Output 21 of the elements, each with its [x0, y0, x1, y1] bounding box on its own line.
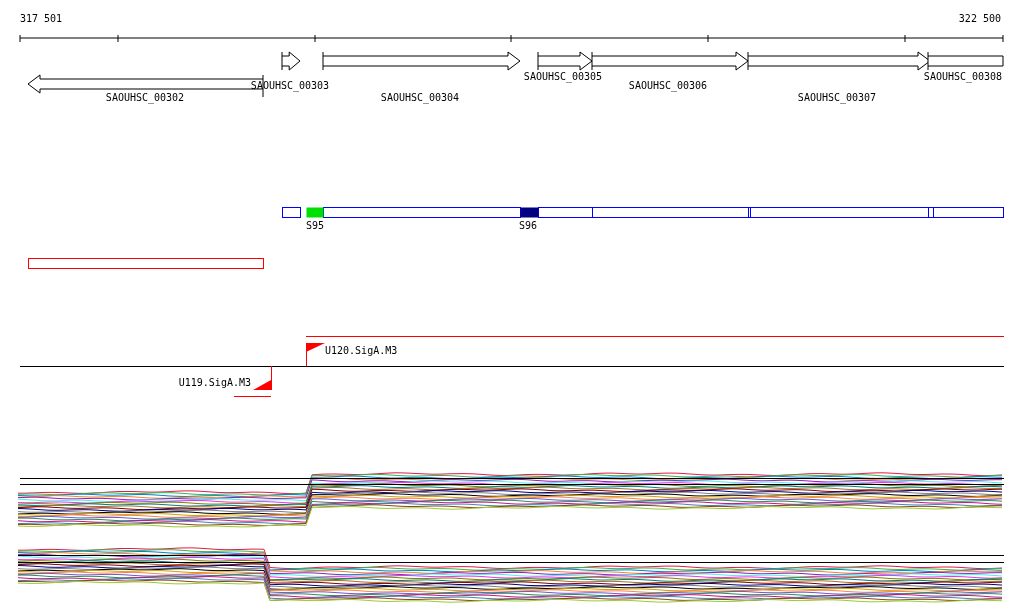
gene-label: SAOUHSC_00302	[105, 92, 185, 103]
segment-label: S95	[306, 220, 325, 231]
segment-block[interactable]	[306, 207, 324, 218]
segment-block[interactable]	[520, 207, 539, 218]
region-line	[233, 396, 272, 397]
gene-arrow[interactable]	[281, 51, 301, 71]
segment-label: S96	[519, 220, 538, 231]
gene-label: SAOUHSC_00307	[797, 92, 877, 103]
ruler-end-label: 322 500	[958, 13, 1001, 24]
promoter-marker[interactable]	[253, 365, 272, 391]
gene-label: SAOUHSC_00304	[380, 92, 460, 103]
gene-label: SAOUHSC_00303	[250, 80, 330, 91]
gene-label: SAOUHSC_00306	[628, 80, 708, 91]
gene-label: SAOUHSC_00308	[923, 71, 1003, 82]
promoter-label: U119.SigA.M3	[178, 377, 251, 388]
gene-arrow[interactable]	[537, 51, 593, 71]
promoter-label: U120.SigA.M3	[325, 345, 398, 356]
ruler-start-label: 317 501	[20, 13, 63, 24]
gene-label: SAOUHSC_00305	[523, 71, 603, 82]
promoter-marker[interactable]	[306, 342, 325, 367]
segment-box	[282, 207, 301, 218]
